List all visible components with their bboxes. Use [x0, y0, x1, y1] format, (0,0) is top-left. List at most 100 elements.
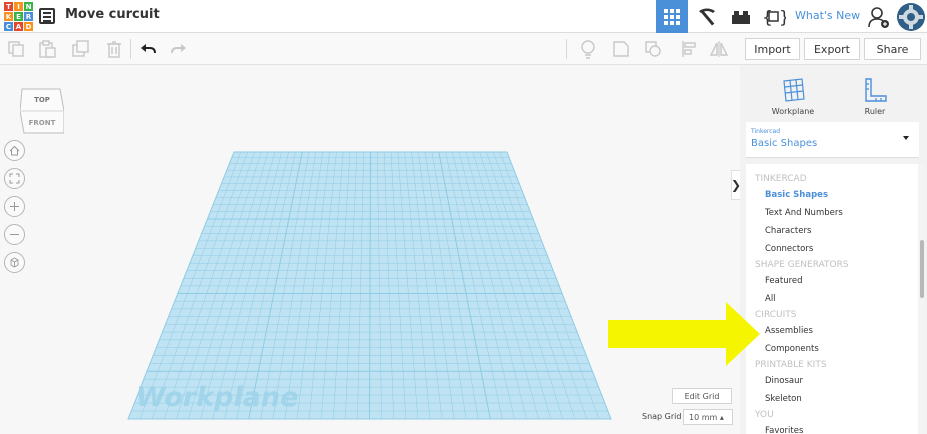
library-item-dinosaur[interactable]: Dinosaur — [765, 376, 803, 386]
code-blocks-icon: { } — [762, 8, 786, 27]
home-view-button[interactable] — [4, 140, 25, 161]
bricks-icon — [732, 10, 750, 24]
workplane-grid[interactable]: Workplane — [0, 65, 740, 434]
codeblocks-button[interactable]: { } — [759, 0, 789, 33]
group-button[interactable] — [643, 39, 663, 59]
paste-button[interactable] — [37, 39, 57, 59]
add-user-icon — [868, 6, 889, 28]
perspective-icon — [10, 257, 19, 268]
mirror-button[interactable] — [709, 39, 729, 59]
export-button[interactable]: Export — [804, 38, 860, 60]
align-icon — [682, 41, 696, 57]
snap-grid-select[interactable]: 10 mm ▴ — [683, 409, 733, 425]
logo-letter: E — [14, 12, 23, 21]
library-section-header: PRINTABLE KITS — [755, 360, 827, 370]
avatar[interactable] — [895, 0, 927, 33]
light-icon — [581, 40, 595, 59]
note-button[interactable] — [611, 39, 631, 59]
shape-library-select[interactable]: Tinkercad Basic Shapes — [746, 122, 919, 158]
copy-button[interactable] — [6, 39, 26, 59]
paste-icon — [39, 40, 56, 58]
library-section-header: YOU — [755, 410, 774, 420]
zoom-in-button[interactable] — [4, 196, 25, 217]
annotation-arrow — [608, 302, 760, 366]
library-section-header: TINKERCAD — [755, 174, 807, 184]
library-section-header: SHAPE GENERATORS — [755, 260, 849, 270]
fit-view-button[interactable] — [4, 168, 25, 189]
3d-design-view-button[interactable] — [656, 0, 688, 33]
tinkercad-logo[interactable]: TIN KER CAD — [4, 2, 33, 31]
toolbar-divider — [130, 39, 131, 59]
minecraft-view-button[interactable] — [691, 0, 723, 33]
library-section-header: CIRCUITS — [755, 310, 797, 320]
note-icon — [613, 41, 629, 57]
undo-icon — [141, 44, 156, 54]
zoom-in-icon — [10, 202, 19, 211]
3d-viewport[interactable]: Workplane TOP FRONT Edit Grid Snap Grid — [0, 65, 740, 434]
ruler-icon — [865, 78, 887, 102]
duplicate-button[interactable] — [71, 39, 91, 59]
library-group-label: Tinkercad — [751, 128, 781, 135]
logo-letter: C — [4, 22, 13, 31]
logo-letter: I — [14, 2, 23, 11]
zoom-out-button[interactable] — [4, 224, 25, 245]
home-icon — [9, 145, 20, 156]
import-button[interactable]: Import — [745, 38, 800, 60]
delete-icon — [107, 41, 121, 58]
workplane-label: Workplane — [136, 382, 298, 413]
library-scrollbar-thumb[interactable] — [920, 240, 924, 298]
grid-view-icon — [664, 8, 680, 25]
redo-button[interactable] — [169, 39, 189, 59]
library-item-characters[interactable]: Characters — [765, 226, 811, 236]
light-button[interactable] — [578, 39, 598, 59]
library-item-basic-shapes[interactable]: Basic Shapes — [765, 190, 828, 200]
pickaxe-icon — [699, 8, 715, 26]
logo-letter: A — [14, 22, 23, 31]
align-button[interactable] — [679, 39, 699, 59]
library-item-connectors[interactable]: Connectors — [765, 244, 813, 254]
ruler-tool-label: Ruler — [864, 107, 886, 116]
edit-toolbar — [0, 33, 740, 65]
duplicate-icon — [72, 40, 89, 57]
ruler-tool-button[interactable]: Ruler — [835, 71, 915, 121]
library-item-assemblies[interactable]: Assemblies — [765, 326, 813, 336]
logo-letter: T — [4, 2, 13, 11]
workplane-tool-label: Workplane — [771, 107, 815, 116]
library-item-skeleton[interactable]: Skeleton — [765, 394, 802, 404]
view-cube-front-label: FRONT — [29, 119, 56, 127]
library-item-text-and-numbers[interactable]: Text And Numbers — [765, 208, 843, 218]
redo-icon — [171, 44, 186, 54]
view-cube-top-label: TOP — [34, 96, 50, 104]
library-scrollbar[interactable] — [918, 165, 924, 434]
logo-letter: K — [4, 12, 13, 21]
shape-library-list: TINKERCAD Basic Shapes Text And Numbers … — [746, 164, 919, 434]
logo-letter: N — [24, 2, 33, 11]
workplane-tool-button[interactable]: Workplane — [753, 71, 833, 121]
toolbar-divider — [566, 39, 567, 59]
zoom-out-icon — [10, 234, 19, 235]
caret-down-icon — [903, 136, 909, 140]
design-list-icon[interactable] — [39, 8, 55, 24]
design-title[interactable]: Move curcuit — [65, 7, 160, 22]
lego-view-button[interactable] — [726, 0, 756, 33]
logo-letter: D — [24, 22, 33, 31]
copy-icon — [8, 41, 24, 57]
mirror-icon — [709, 41, 729, 57]
perspective-button[interactable] — [4, 252, 25, 273]
top-bar: TINKERCAD Move curcuit {What's New — [0, 0, 927, 33]
library-item-components[interactable]: Components — [765, 344, 819, 354]
library-item-all[interactable]: All — [765, 294, 776, 304]
add-collaborator-button[interactable] — [864, 0, 894, 33]
fit-icon — [9, 173, 20, 184]
library-item-favorites[interactable]: Favorites — [765, 426, 803, 434]
share-button[interactable]: Share — [864, 38, 921, 60]
delete-button[interactable] — [104, 39, 124, 59]
library-selected-value: Basic Shapes — [751, 138, 818, 149]
snap-grid-label: Snap Grid — [642, 412, 682, 421]
view-cube[interactable]: TOP FRONT — [19, 83, 65, 135]
whats-new-link[interactable]: What's New — [795, 9, 860, 22]
library-item-featured[interactable]: Featured — [765, 276, 803, 286]
edit-grid-button[interactable]: Edit Grid — [672, 388, 732, 404]
undo-button[interactable] — [138, 39, 158, 59]
group-icon — [645, 41, 661, 57]
